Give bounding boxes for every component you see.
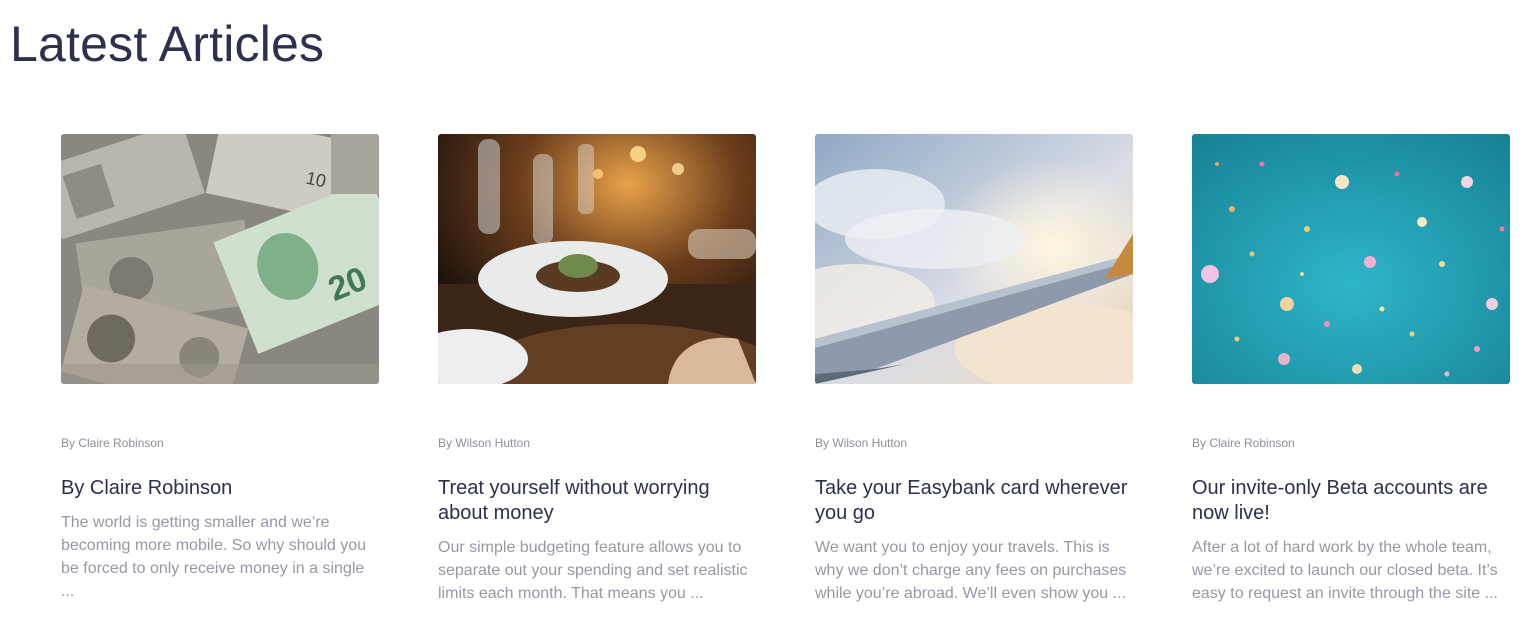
article-title[interactable]: By Claire Robinson (61, 476, 379, 501)
article-excerpt: We want you to enjoy your travels. This … (815, 539, 1127, 602)
restaurant-dinner-photo (438, 134, 756, 384)
article-author: By Wilson Hutton (438, 436, 531, 450)
section-title: Latest Articles (10, 16, 325, 72)
article-author: By Wilson Hutton (815, 436, 908, 450)
article-card[interactable]: 10 20 By Claire Robinson By Claire Robin… (61, 134, 379, 603)
article-image-airplane[interactable] (815, 134, 1133, 384)
article-card[interactable]: By Claire Robinson Our invite-only Beta … (1192, 134, 1510, 605)
article-image-confetti[interactable] (1192, 134, 1510, 384)
article-image-restaurant[interactable] (438, 134, 756, 384)
article-image-money[interactable]: 10 20 (61, 134, 379, 384)
airplane-wing-photo (815, 134, 1133, 384)
article-excerpt: Our simple budgeting feature allows you … (438, 539, 748, 602)
confetti-photo (1192, 134, 1510, 384)
cash-money-photo: 10 20 (61, 134, 379, 384)
svg-text:10: 10 (304, 168, 328, 192)
article-title[interactable]: Treat yourself without worrying about mo… (438, 476, 756, 526)
articles-grid: 10 20 By Claire Robinson By Claire Robin… (61, 134, 1521, 614)
article-title[interactable]: Take your Easybank card wherever you go (815, 476, 1133, 526)
article-title[interactable]: Our invite-only Beta accounts are now li… (1192, 476, 1510, 526)
article-card[interactable]: By Wilson Hutton Take your Easybank card… (815, 134, 1133, 605)
article-excerpt: The world is getting smaller and we’re b… (61, 514, 367, 600)
article-card[interactable]: By Wilson Hutton Treat yourself without … (438, 134, 756, 605)
article-author: By Claire Robinson (61, 436, 164, 450)
article-author: By Claire Robinson (1192, 436, 1295, 450)
article-excerpt: After a lot of hard work by the whole te… (1192, 539, 1498, 602)
